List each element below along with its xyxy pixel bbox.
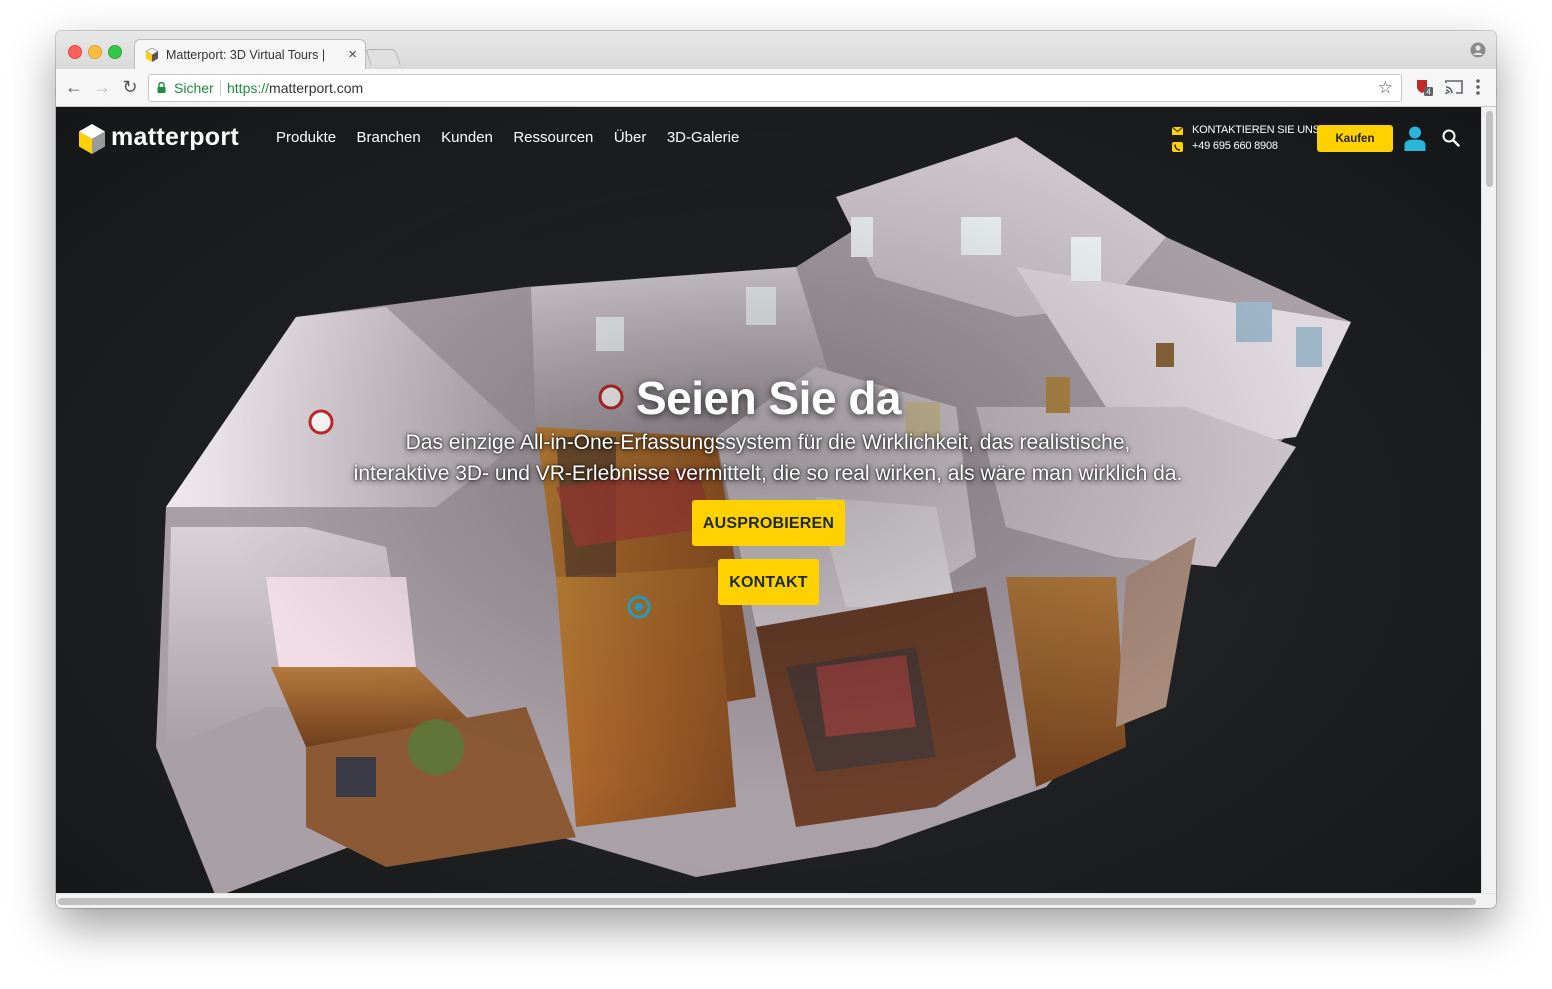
url-scheme: https:// [227, 80, 270, 96]
page-viewport: matterport Produkte Branchen Kunden Ress… [56, 107, 1481, 893]
main-nav: Produkte Branchen Kunden Ressourcen Über… [276, 129, 755, 147]
url-host: matterport.com [269, 80, 364, 96]
window-close-button[interactable] [68, 45, 82, 59]
reload-icon[interactable]: ↻ [120, 77, 140, 97]
nav-item-ueber[interactable]: Über [614, 129, 647, 146]
try-button[interactable]: AUSPROBIEREN [692, 500, 845, 546]
nav-item-kunden[interactable]: Kunden [441, 129, 493, 146]
logo-text: matterport [111, 123, 240, 151]
nav-item-produkte[interactable]: Produkte [276, 129, 336, 146]
url-text[interactable]: https://matterport.com [227, 80, 363, 96]
nav-item-branchen[interactable]: Branchen [357, 129, 421, 146]
secure-label: Sicher [174, 80, 214, 96]
vertical-scroll-thumb[interactable] [1486, 111, 1493, 187]
matterport-favicon-icon [145, 48, 159, 62]
browser-toolbar: ← → ↻ Sicher https://matterport.com ☆ 4 [56, 69, 1496, 107]
vertical-scrollbar[interactable] [1481, 107, 1496, 893]
hero-subtitle-line-1: Das einzige All-in-One-Erfassungssystem … [405, 431, 1131, 454]
address-bar[interactable]: Sicher https://matterport.com ☆ [148, 74, 1402, 102]
contact-info: KONTAKTIEREN SIE UNS +49 695 660 8908 [1172, 124, 1322, 156]
bookmark-star-icon[interactable]: ☆ [1378, 78, 1393, 98]
window-minimize-button[interactable] [88, 45, 102, 59]
back-icon[interactable]: ← [64, 77, 84, 97]
cast-icon[interactable] [1445, 79, 1463, 95]
forward-icon[interactable]: → [92, 77, 112, 97]
nav-item-3d-galerie[interactable]: 3D-Galerie [667, 129, 740, 146]
horizontal-scrollbar[interactable] [56, 893, 1496, 908]
search-icon[interactable] [1442, 129, 1460, 147]
browser-tab[interactable]: Matterport: 3D Virtual Tours | × [134, 39, 366, 70]
profile-icon[interactable] [1470, 42, 1486, 58]
tab-strip: Matterport: 3D Virtual Tours | × [56, 31, 1496, 70]
tab-close-icon[interactable]: × [348, 46, 357, 63]
phone-icon [1172, 142, 1183, 152]
browser-window: Matterport: 3D Virtual Tours | × ← → ↻ S… [56, 31, 1496, 908]
extension-shield-icon[interactable]: 4 [1415, 78, 1433, 96]
extension-badge: 4 [1426, 88, 1431, 97]
new-tab-button[interactable] [365, 49, 401, 65]
hero-subtitle-line-2: interaktive 3D- und VR-Erlebnisse vermit… [353, 462, 1183, 485]
tab-title: Matterport: 3D Virtual Tours | [166, 48, 326, 62]
hero-title: Seien Sie da [635, 372, 902, 424]
contact-phone: +49 695 660 8908 [1192, 140, 1278, 152]
lock-icon [157, 82, 166, 93]
horizontal-scroll-thumb[interactable] [58, 898, 1476, 905]
nav-item-ressourcen[interactable]: Ressourcen [513, 129, 593, 146]
contact-button[interactable]: KONTAKT [718, 559, 819, 605]
matterport-logo-icon [79, 124, 105, 154]
site-header: matterport Produkte Branchen Kunden Ress… [56, 107, 1481, 171]
contact-label: KONTAKTIEREN SIE UNS [1192, 124, 1320, 136]
hero-subtitle: Das einzige All-in-One-Erfassungssystem … [318, 427, 1218, 489]
window-maximize-button[interactable] [108, 45, 122, 59]
url-divider [220, 80, 221, 96]
user-account-icon[interactable] [1404, 126, 1426, 151]
browser-menu-icon[interactable] [1474, 77, 1482, 97]
buy-button[interactable]: Kaufen [1317, 125, 1393, 152]
envelope-icon [1172, 126, 1183, 135]
